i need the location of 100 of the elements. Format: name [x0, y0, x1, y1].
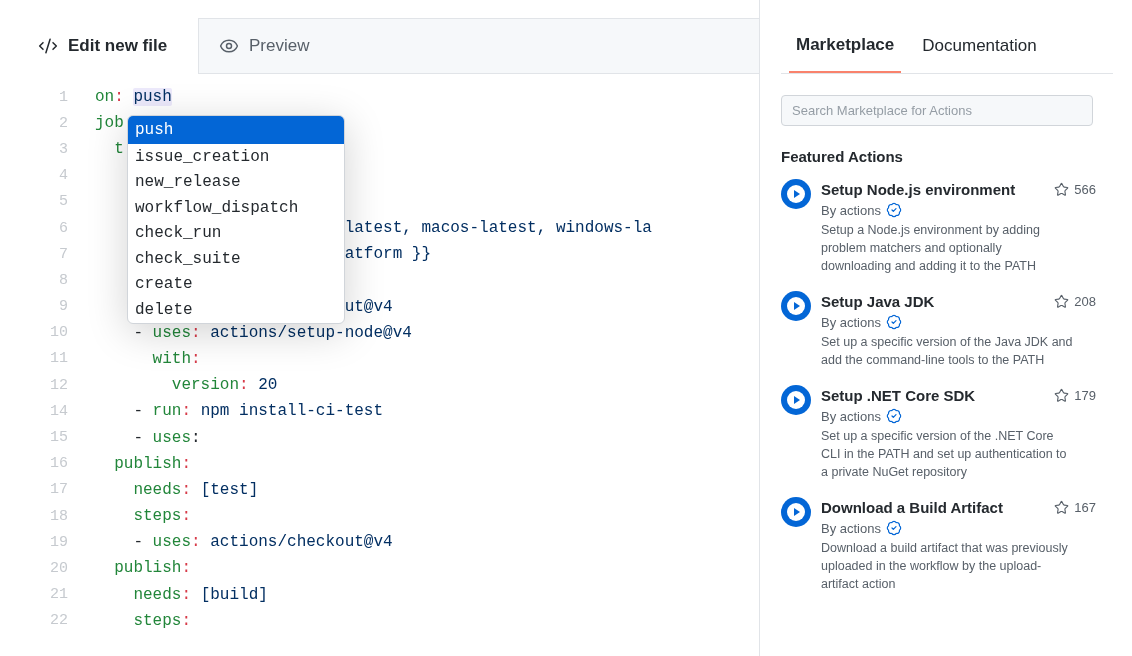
code-icon: [38, 36, 58, 56]
code-text: t: [114, 140, 124, 159]
code-text: :: [191, 349, 201, 368]
code-text: steps: [133, 611, 182, 630]
action-description: Set up a specific version of the .NET Core CLI in the PATH and set up authentication to a private NuGet repository: [821, 428, 1068, 481]
line-number: 15: [49, 429, 68, 447]
line-number: 6: [58, 219, 68, 237]
action-title[interactable]: Setup Java JDK: [821, 292, 935, 310]
line-number: 10: [49, 324, 68, 342]
line-number: 4: [58, 167, 68, 185]
author-text: By actions: [821, 202, 881, 218]
code-text: -: [133, 402, 144, 421]
star-count: 167: [1074, 499, 1096, 515]
play-icon: [781, 291, 811, 321]
action-title[interactable]: Download a Build Artifact: [821, 498, 1003, 516]
code-text: npm install-ci-test: [200, 402, 384, 421]
code-text: on: [95, 88, 115, 107]
author-text: By actions: [821, 408, 881, 424]
code-text: :: [191, 533, 202, 552]
editor-tab[interactable]: Preview: [199, 18, 759, 74]
star-icon: [1054, 387, 1070, 403]
star-icon: [1054, 499, 1070, 515]
author-text: By actions: [821, 520, 881, 536]
sidebar-tab[interactable]: Documentation: [915, 18, 1044, 73]
code-text: ut@v4: [344, 297, 393, 316]
search-field[interactable]: Search Marketplace for Actions: [781, 95, 1093, 126]
line-number: 2: [58, 114, 68, 132]
sidebar-tab[interactable]: Marketplace: [789, 18, 902, 73]
code-text: :: [181, 611, 192, 630]
code-text: :: [181, 480, 193, 499]
star-count: 179: [1074, 387, 1096, 403]
play-icon: [781, 385, 811, 415]
code-text: job: [95, 114, 124, 133]
code-text: :: [239, 376, 250, 395]
line-number: 12: [49, 376, 68, 394]
code-text: publish: [114, 454, 182, 473]
line-number: 9: [58, 298, 68, 316]
autocomplete-item[interactable]: check_suite: [128, 246, 344, 272]
line-number: 17: [49, 481, 68, 499]
eye-icon: [219, 36, 239, 56]
code-text: -: [133, 428, 144, 447]
line-number: 8: [58, 271, 68, 289]
action-description: Setup a Node.js environment by adding problem matchers and optionally downloading and adding it to the PATH: [821, 222, 1041, 275]
code-text: [test]: [200, 480, 259, 499]
code-text: -: [133, 323, 144, 342]
line-number: 7: [58, 245, 68, 263]
action-description: Set up a specific version of the Java JDK and add the command-line tools to the PATH: [821, 334, 1074, 369]
line-number: 3: [58, 140, 68, 158]
code-text: actions/setup-node@v4: [210, 323, 412, 342]
autocomplete-item[interactable]: new_release: [128, 169, 344, 195]
line-number: 20: [49, 559, 68, 577]
code-text: [build]: [200, 585, 268, 604]
code-text: steps: [133, 507, 182, 526]
line-number: 16: [49, 455, 68, 473]
star-icon: [1054, 181, 1070, 197]
action-title[interactable]: Setup .NET Core SDK: [821, 386, 976, 404]
code-text: uses: [152, 428, 191, 447]
code-text: :: [181, 454, 192, 473]
code-text: :: [181, 559, 192, 578]
autocomplete-item[interactable]: issue_creation: [128, 144, 344, 170]
autocomplete-item[interactable]: workflow_dispatch: [128, 195, 344, 221]
action-description: Download a build artifact that was previously uploaded in the workflow by the upload- artifact action: [821, 540, 1069, 593]
code-text: needs: [133, 585, 182, 604]
play-icon: [781, 179, 811, 209]
autocomplete-item[interactable]: create: [128, 271, 344, 297]
action-title[interactable]: Setup Node.js environment: [821, 180, 1016, 198]
author-text: By actions: [821, 314, 881, 330]
star-icon: [1054, 293, 1070, 309]
code-text: atform }}: [344, 245, 432, 264]
code-text: :: [181, 585, 193, 604]
line-number: 1: [58, 88, 68, 106]
star-count: 566: [1074, 181, 1096, 197]
play-icon: [781, 497, 811, 527]
code-text: :: [191, 428, 201, 447]
code-text: version: [171, 376, 240, 395]
line-number: 5: [58, 193, 68, 211]
section-heading: Featured Actions: [781, 148, 904, 165]
code-text: :: [191, 323, 202, 342]
code-text: :: [114, 88, 125, 107]
code-text: publish: [114, 559, 182, 578]
code-text: run: [152, 402, 182, 421]
line-number: 14: [49, 402, 68, 420]
code-text: :: [181, 507, 192, 526]
line-number: 22: [49, 612, 68, 630]
star-count: 208: [1074, 293, 1096, 309]
line-number: 21: [49, 586, 68, 604]
code-text: needs: [133, 480, 182, 499]
line-number: 18: [49, 507, 68, 525]
code-text: -: [133, 533, 144, 552]
code-text: actions/checkout@v4: [210, 533, 393, 552]
autocomplete-item[interactable]: check_run: [128, 220, 344, 246]
code-text: :: [181, 402, 193, 421]
code-text: uses: [152, 323, 191, 342]
autocomplete-item[interactable]: delete: [128, 297, 344, 323]
code-text: with: [152, 349, 191, 368]
line-number: 11: [49, 350, 68, 368]
highlighted-code-text: push: [133, 88, 172, 107]
autocomplete-item[interactable]: push: [128, 116, 344, 144]
code-text: latest, macos-latest, windows-la: [344, 219, 652, 238]
line-number: 19: [49, 533, 68, 551]
